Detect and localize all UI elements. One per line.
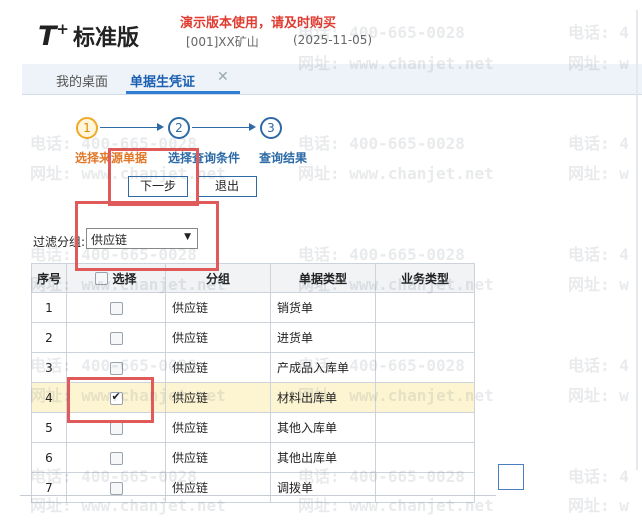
watermark-phone: 电话: 4 [568, 245, 629, 264]
arrow-right-icon [249, 123, 256, 131]
row-group: 供应链 [165, 352, 271, 383]
row-biz-type [375, 472, 475, 503]
row-doc-type: 销货单 [270, 292, 376, 323]
table-row[interactable]: 1 供应链 销货单 [31, 292, 475, 323]
table-row[interactable]: 2 供应链 进货单 [31, 322, 475, 353]
bottom-divider [20, 495, 496, 496]
right-scroll-edge [636, 10, 638, 470]
row-select-cell [66, 442, 166, 473]
row-group: 供应链 [165, 322, 271, 353]
row-checkbox[interactable] [109, 421, 123, 435]
watermark-web: 网址: w [568, 496, 629, 515]
row-biz-type [375, 412, 475, 443]
row-doc-type: 产成品入库单 [270, 352, 376, 383]
highlight-box-filter [75, 201, 219, 271]
wizard-steps: 1 2 3 选择来源单据 选择查询条件 查询结果 [0, 112, 400, 172]
logo-plus: + [56, 20, 69, 38]
watermark-web: 网址: w [568, 164, 629, 183]
step-3-label: 查询结果 [259, 151, 308, 165]
row-biz-type [375, 352, 475, 383]
watermark-phone: 电话: 400-665-0028 [298, 245, 465, 264]
row-biz-type [375, 442, 475, 473]
row-no: 5 [31, 412, 67, 443]
tab-my-desktop[interactable]: 我的桌面 [56, 71, 108, 90]
account-name: [001]XX矿山 [186, 35, 259, 49]
watermark-phone: 电话: 4 [568, 356, 629, 375]
tab-bar: 我的桌面 单据生凭证 ✕ [22, 64, 642, 95]
row-select-cell [66, 322, 166, 353]
row-no: 4 [31, 382, 67, 413]
table-row[interactable]: 6 供应链 其他出库单 [31, 442, 475, 473]
watermark-web: 网址: w [568, 386, 629, 405]
demo-notice: 演示版本使用，请及时购买 [180, 16, 337, 31]
header-doc-type: 单据类型 [270, 263, 376, 293]
watermark-web: 网址: w [568, 275, 629, 294]
row-biz-type [375, 382, 475, 413]
highlight-box-checkbox [67, 377, 154, 423]
row-no: 2 [31, 322, 67, 353]
row-no: 7 [31, 472, 67, 503]
app-logo: T + 标准版 [38, 20, 139, 52]
exit-button[interactable]: 退出 [197, 176, 257, 197]
header-biz-type: 业务类型 [375, 263, 475, 293]
app-header: T + 标准版 演示版本使用，请及时购买 [001]XX矿山 (2025-11-… [0, 0, 642, 62]
row-doc-type: 其他入库单 [270, 412, 376, 443]
header-no: 序号 [31, 263, 67, 293]
row-doc-type: 其他出库单 [270, 442, 376, 473]
product-name: 标准版 [73, 26, 140, 51]
row-checkbox[interactable] [109, 331, 123, 345]
highlight-box-step [108, 148, 199, 206]
row-no: 1 [31, 292, 67, 323]
login-date: (2025-11-05) [293, 33, 373, 47]
row-checkbox[interactable] [109, 301, 123, 315]
row-doc-type: 进货单 [270, 322, 376, 353]
row-no: 3 [31, 352, 67, 383]
row-group: 供应链 [165, 442, 271, 473]
close-icon[interactable]: ✕ [217, 69, 229, 85]
tab-voucher-from-docs[interactable]: 单据生凭证 [130, 71, 195, 90]
active-tab-indicator [126, 91, 240, 94]
header-select-label: 选择 [112, 271, 137, 286]
row-biz-type [375, 322, 475, 353]
row-no: 6 [31, 442, 67, 473]
step-2-circle: 2 [168, 117, 190, 139]
row-doc-type: 调拨单 [270, 472, 376, 503]
row-select-cell [66, 472, 166, 503]
row-checkbox[interactable] [109, 451, 123, 465]
row-group: 供应链 [165, 472, 271, 503]
row-doc-type: 材料出库单 [270, 382, 376, 413]
row-group: 供应链 [165, 382, 271, 413]
select-all-checkbox[interactable] [95, 271, 109, 285]
row-group: 供应链 [165, 292, 271, 323]
row-biz-type [375, 292, 475, 323]
arrow-right-icon [157, 123, 164, 131]
row-checkbox[interactable] [109, 481, 123, 495]
table-row[interactable]: 7 供应链 调拨单 [31, 472, 475, 503]
step-arrow [192, 127, 254, 128]
step-arrow [100, 127, 162, 128]
row-group: 供应链 [165, 412, 271, 443]
step-3-circle: 3 [260, 117, 282, 139]
watermark-phone: 电话: 4 [568, 134, 629, 153]
row-select-cell [66, 292, 166, 323]
logo-t: T [38, 20, 56, 52]
bottom-control[interactable] [498, 464, 524, 490]
step-1-circle: 1 [76, 117, 98, 139]
row-checkbox[interactable] [109, 361, 123, 375]
watermark-phone: 电话: 4 [568, 467, 629, 486]
